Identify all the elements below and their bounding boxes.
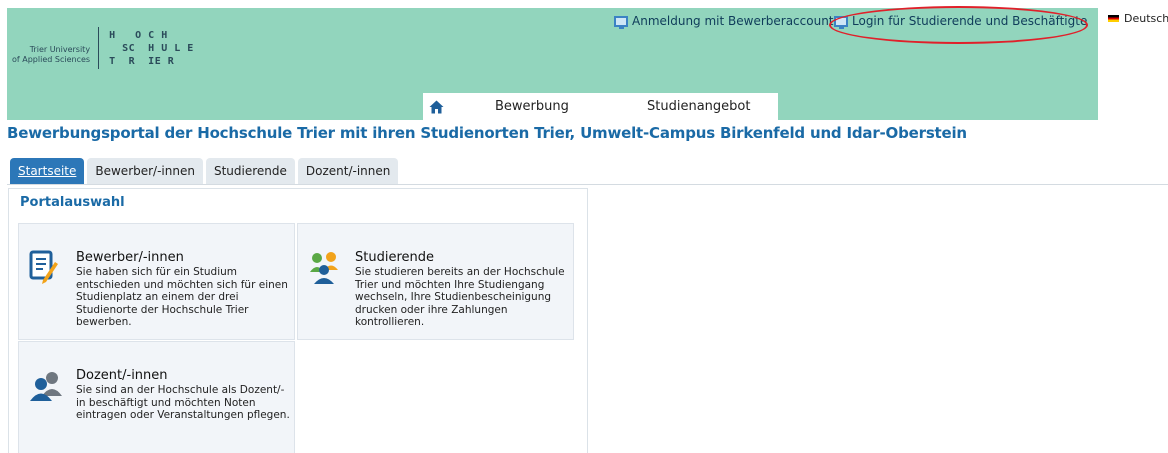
portal-panel: Portalauswahl Bewerber/-innen Sie haben … (8, 188, 588, 453)
login-staff-label: Login für Studierende und Beschäftigte (852, 14, 1088, 28)
language-label: Deutsch (1124, 12, 1168, 25)
monitor-icon (614, 15, 628, 29)
login-staff-link[interactable]: Login für Studierende und Beschäftigte (834, 14, 1088, 29)
german-flag-icon (1108, 15, 1119, 22)
application-form-icon (29, 250, 59, 286)
tab-startseite[interactable]: Startseite (10, 158, 85, 184)
monitor-icon (834, 15, 848, 29)
tab-studierende[interactable]: Studierende (205, 158, 295, 184)
apply-account-link[interactable]: Anmeldung mit Bewerberaccount (614, 14, 834, 29)
page-title: Bewerbungsportal der Hochschule Trier mi… (7, 124, 967, 142)
card-bewerber[interactable]: Bewerber/-innen Sie haben sich für ein S… (18, 223, 295, 340)
tab-bar: Startseite Bewerber/-innen Studierende D… (10, 158, 399, 184)
nav-item-bewerbung[interactable]: Bewerbung (495, 99, 569, 114)
card-dozent-text: Sie sind an der Hochschule als Dozent/-i… (76, 384, 290, 421)
tab-divider (7, 184, 1168, 185)
portal-title: Portalauswahl (20, 195, 125, 210)
card-studierende[interactable]: Studierende Sie studieren bereits an der… (297, 223, 574, 340)
card-studierende-heading: Studierende (355, 250, 434, 265)
card-dozent-heading: Dozent/-innen (76, 368, 168, 383)
logo-subtitle-line1: Trier University (29, 45, 91, 54)
card-studierende-text: Sie studieren bereits an der Hochschule … (355, 266, 565, 328)
logo-wordmark: H O C H SC H U L E T R IE R (109, 29, 194, 67)
tab-bewerber[interactable]: Bewerber/-innen (87, 158, 203, 184)
nav-item-studienangebot[interactable]: Studienangebot (647, 99, 750, 114)
students-group-icon (308, 250, 338, 286)
card-bewerber-text: Sie haben sich für ein Studium entschied… (76, 266, 288, 328)
lecturers-icon (29, 368, 62, 404)
logo-subtitle-line2: of Applied Sciences (12, 55, 91, 64)
card-dozent[interactable]: Dozent/-innen Sie sind an der Hochschule… (18, 341, 295, 453)
apply-account-label: Anmeldung mit Bewerberaccount (632, 14, 834, 28)
home-link[interactable] (423, 100, 449, 114)
main-nav: Bewerbung Studienangebot (423, 93, 778, 120)
home-icon (429, 100, 443, 113)
logo-subtitle: Trier University of Applied Sciences (12, 45, 98, 65)
card-bewerber-heading: Bewerber/-innen (76, 250, 184, 265)
university-logo[interactable]: Trier University of Applied Sciences H O… (12, 27, 194, 69)
tab-dozent[interactable]: Dozent/-innen (297, 158, 399, 184)
language-selector[interactable]: Deutsch (1108, 12, 1168, 25)
